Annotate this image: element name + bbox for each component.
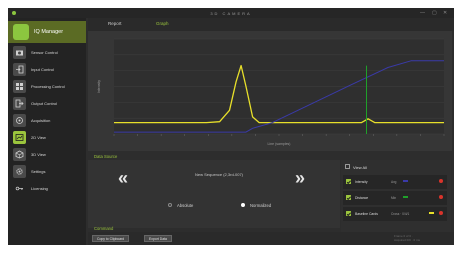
app-indicator-icon <box>12 11 16 15</box>
next-source-button[interactable]: » <box>295 168 305 189</box>
title-bar: 3D CAMERA — ▢ ✕ <box>8 8 454 18</box>
key-icon <box>13 182 26 195</box>
line-chart: Line (samples) Intensity <box>97 38 445 146</box>
sidebar-item-licensing[interactable]: Licensing <box>11 181 83 196</box>
sidebar-item-processing-control[interactable]: Processing Control <box>11 79 83 94</box>
list-item[interactable]: Intensity Avg <box>343 175 447 189</box>
tab-graph[interactable]: Graph <box>156 21 169 26</box>
copy-to-clipboard-button[interactable]: Copy to Clipboard <box>92 234 130 242</box>
remove-series-icon[interactable] <box>439 195 443 199</box>
data-source-name: New Sequence (2,3rd-007) <box>194 172 244 177</box>
sidebar-item-sensor-control[interactable]: Sensor Control <box>11 45 83 60</box>
data-source-title: Data Source <box>94 154 118 159</box>
radio-absolute-dot <box>168 203 172 207</box>
3d-view-icon <box>13 148 26 161</box>
sidebar-item-2d-view[interactable]: 2D View <box>11 130 83 145</box>
sidebar-item-input-control[interactable]: Input Control <box>11 62 83 77</box>
view-all-checkbox[interactable] <box>345 164 350 169</box>
y-axis-label: Intensity <box>97 80 101 93</box>
minimize-button[interactable]: — <box>420 10 425 16</box>
view-all-label: View All <box>353 164 367 170</box>
status-text: Frame 0 of 0 · Acquired 0/0 · 0 ms <box>394 234 421 242</box>
app-name: IQ Manager <box>34 29 64 35</box>
list-item[interactable]: Baseline Cards Cross · 0/4/1 <box>343 207 447 221</box>
series-swatch <box>429 212 434 214</box>
tab-report[interactable]: Report <box>108 21 122 26</box>
sidebar-item-settings[interactable]: Settings <box>11 164 83 179</box>
x-axis-label: Line (samples) <box>268 142 291 146</box>
maximize-button[interactable]: ▢ <box>432 10 437 16</box>
2d-view-icon <box>13 131 26 144</box>
previous-source-button[interactable]: « <box>118 168 128 189</box>
app-logo-icon <box>13 24 29 40</box>
close-button[interactable]: ✕ <box>443 10 447 16</box>
sidebar-item-acquisition[interactable]: Acquisition <box>11 113 83 128</box>
acquisition-icon <box>13 114 26 127</box>
list-item[interactable]: Distance Min <box>343 191 447 205</box>
input-arrow-icon <box>13 63 26 76</box>
camera-icon <box>13 46 26 59</box>
series-swatch <box>403 196 408 198</box>
data-source-panel: « New Sequence (2,3rd-007) » Absolute No… <box>88 160 340 228</box>
command-title: Command <box>94 226 114 231</box>
radio-normalized-dot <box>241 203 245 207</box>
export-data-button[interactable]: Export Data <box>144 234 172 242</box>
chart-panel: Line (samples) Intensity <box>88 31 452 151</box>
gear-icon <box>13 165 26 178</box>
remove-series-icon[interactable] <box>439 179 443 183</box>
series-swatch <box>403 180 408 182</box>
output-arrow-icon <box>13 97 26 110</box>
series-list-panel: View All Intensity Avg Distance Min Base… <box>341 160 451 233</box>
app-window: 3D CAMERA — ▢ ✕ IQ Manager Sensor Contro… <box>8 8 454 245</box>
window-title: 3D CAMERA <box>210 11 252 16</box>
series-checkbox[interactable] <box>346 179 351 184</box>
command-bar: Copy to Clipboard Export Data Frame 0 of… <box>88 232 454 245</box>
sidebar-item-output-control[interactable]: Output Control <box>11 96 83 111</box>
sidebar: IQ Manager Sensor Control Input Control … <box>8 18 86 245</box>
app-brand[interactable]: IQ Manager <box>8 21 86 43</box>
series-checkbox[interactable] <box>346 195 351 200</box>
remove-series-icon[interactable] <box>439 211 443 215</box>
series-checkbox[interactable] <box>346 211 351 216</box>
sidebar-item-3d-view[interactable]: 3D View <box>11 147 83 162</box>
tab-bar: Report Graph <box>88 18 454 31</box>
processing-grid-icon <box>13 80 26 93</box>
